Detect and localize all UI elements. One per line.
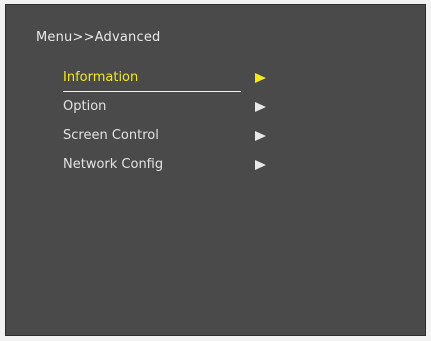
- menu-item-label: Screen Control: [63, 128, 159, 143]
- triangle-right-icon: [255, 73, 266, 83]
- menu-item-network-config[interactable]: Network Config: [56, 152, 276, 181]
- menu-item-screen-control[interactable]: Screen Control: [56, 123, 276, 152]
- selection-underline: [63, 91, 241, 92]
- breadcrumb: Menu>>Advanced: [36, 30, 161, 45]
- triangle-right-icon: [255, 160, 266, 170]
- menu-item-label: Information: [63, 70, 139, 85]
- menu-item-label: Network Config: [63, 157, 164, 172]
- menu-item-information[interactable]: Information: [56, 65, 276, 94]
- osd-menu-panel: Menu>>Advanced Information Option Screen…: [5, 4, 426, 336]
- triangle-right-icon: [255, 131, 266, 141]
- menu-list: Information Option Screen Control Networ…: [56, 65, 276, 181]
- menu-item-label: Option: [63, 99, 107, 114]
- osd-frame: Menu>>Advanced Information Option Screen…: [0, 0, 431, 341]
- triangle-right-icon: [255, 102, 266, 112]
- menu-item-option[interactable]: Option: [56, 94, 276, 123]
